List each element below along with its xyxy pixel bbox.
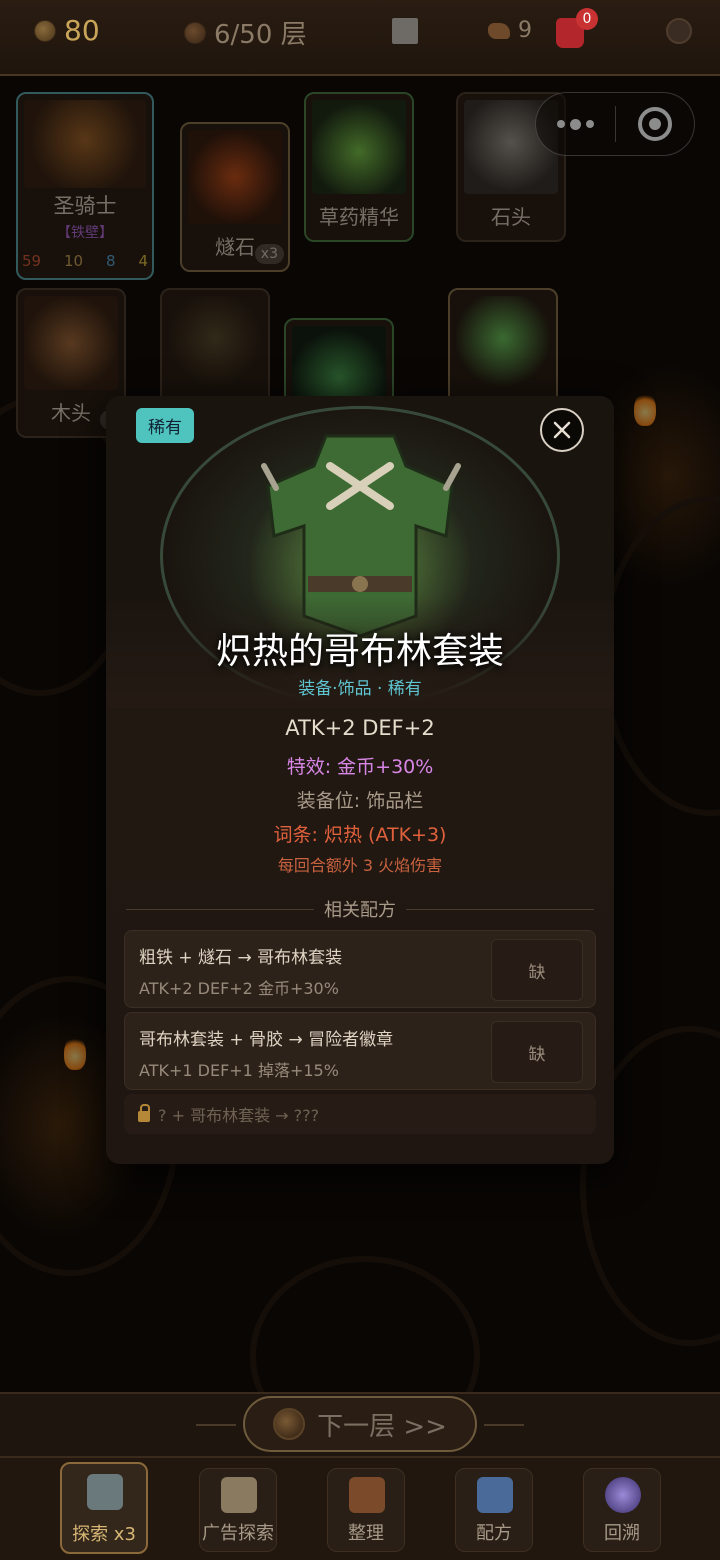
recipe-formula: 粗铁 + 燧石 → 哥布林套装 xyxy=(139,948,343,968)
bottom-tab-bar: 探索 x3 广告探索 整理 配方 回溯 xyxy=(0,1456,720,1560)
tab-explore[interactable]: 探索 x3 xyxy=(60,1462,148,1554)
equip-slot: 装备位: 饰品栏 xyxy=(296,790,424,812)
next-floor-button[interactable]: 下一层 >> xyxy=(243,1396,477,1452)
divider xyxy=(126,908,314,910)
recipes-section-title: 相关配方 xyxy=(126,896,594,922)
recipe-row: 哥布林套装 + 骨胶 → 冒险者徽章 ATK+1 DEF+1 掉落+15% 缺 xyxy=(124,1012,596,1090)
lock-icon xyxy=(138,1103,150,1122)
divider xyxy=(484,1424,524,1426)
item-category: 装备·饰品 · 稀有 xyxy=(298,679,422,699)
floor-counter: 6/50 层 xyxy=(184,14,307,51)
tab-rewind[interactable]: 回溯 xyxy=(583,1468,661,1552)
close-icon xyxy=(553,421,571,439)
bag-count-badge: 0 xyxy=(576,8,598,30)
settings-icon xyxy=(666,18,692,44)
compass-icon xyxy=(273,1408,306,1440)
book-icon xyxy=(477,1477,513,1513)
recipe-result: ATK+1 DEF+1 掉落+15% xyxy=(139,1061,339,1080)
craft-button[interactable]: 缺 xyxy=(491,939,583,1001)
tab-ad-explore[interactable]: 广告探索 xyxy=(199,1468,277,1552)
locked-recipe: ? + 哥布林套装 → ??? xyxy=(124,1094,596,1134)
recipe-row: 粗铁 + 燧石 → 哥布林套装 ATK+2 DEF+2 金币+30% 缺 xyxy=(124,930,596,1008)
rarity-tag: 稀有 xyxy=(136,408,194,443)
close-button[interactable] xyxy=(540,408,584,452)
ore-icon xyxy=(488,22,510,39)
item-effect: 特效: 金币+30% xyxy=(286,756,434,778)
tab-organize[interactable]: 整理 xyxy=(327,1468,405,1552)
recipe-formula: 哥布林套装 + 骨胶 → 冒险者徽章 xyxy=(139,1030,394,1050)
gold-coin-icon xyxy=(34,19,56,42)
item-stats: ATK+2 DEF+2 xyxy=(285,716,435,740)
resource-bar: 80 6/50 层 9 0 xyxy=(0,0,720,76)
chest-icon xyxy=(349,1477,385,1513)
stone-slot[interactable] xyxy=(392,18,418,44)
affix-description: 每回合额外 3 火焰伤害 xyxy=(277,856,443,875)
divider xyxy=(196,1424,236,1426)
craft-button[interactable]: 缺 xyxy=(491,1021,583,1083)
settings-button[interactable] xyxy=(666,18,692,44)
item-detail-modal: 稀有 炽热的哥布林套装 装备·饰品 · 稀有 ATK+2 DEF+2 特效: 金… xyxy=(106,396,614,1164)
item-affix: 词条: 炽热 (ATK+3) xyxy=(273,824,447,846)
bag-icon: 0 xyxy=(556,8,598,48)
recipe-result: ATK+2 DEF+2 金币+30% xyxy=(139,979,339,998)
bag-button[interactable]: 0 xyxy=(556,8,598,48)
item-artwork: 稀有 炽热的哥布林套装 装备·饰品 · 稀有 xyxy=(106,396,614,708)
floor-icon xyxy=(184,21,206,44)
item-title: 炽热的哥布林套装 xyxy=(215,631,504,672)
hourglass-icon xyxy=(605,1477,641,1513)
divider xyxy=(406,908,594,910)
map-icon xyxy=(87,1474,123,1510)
scroll-map-icon xyxy=(221,1477,257,1513)
ore-counter: 9 xyxy=(488,18,532,43)
stone-icon xyxy=(392,18,418,44)
gold-counter: 80 xyxy=(34,14,100,47)
tab-recipes[interactable]: 配方 xyxy=(455,1468,533,1552)
